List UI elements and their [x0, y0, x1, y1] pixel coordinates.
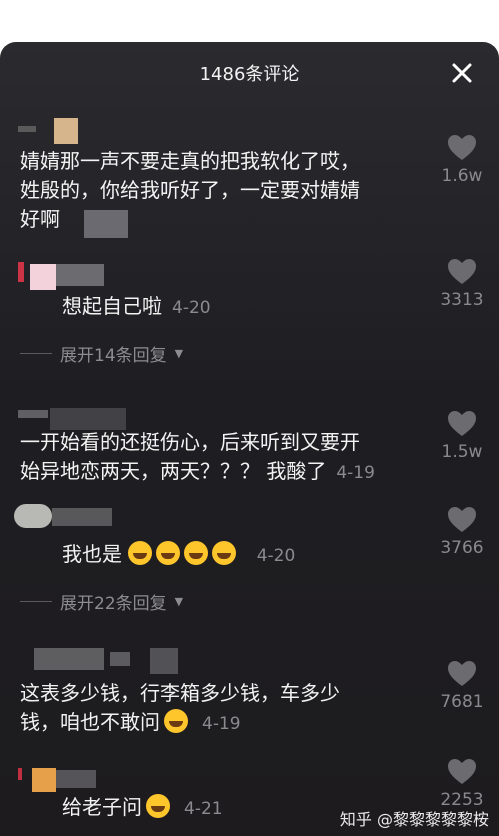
divider: [20, 601, 52, 602]
username-blurred[interactable]: [54, 118, 78, 144]
comment-time: 4-20: [172, 298, 211, 318]
comment-time: 4-21: [184, 799, 223, 819]
heart-icon: [448, 507, 476, 532]
comment-text: 婧婧那一声不要走真的把我软化了哎， 姓殷的，你给我听好了，一定要对婧婧 好啊: [20, 149, 360, 231]
expand-replies-button[interactable]: 展开14条回复 ▼: [20, 341, 183, 366]
like-count: 3766: [440, 538, 484, 558]
expand-replies-button[interactable]: 展开22条回复 ▼: [20, 589, 183, 614]
like-count: 1.6w: [441, 166, 483, 186]
chevron-down-icon: ▼: [174, 595, 184, 608]
comments-sheet: 1486条评论 婧婧那一声不要走真的把我软化了哎， 姓殷的，你给我听好了，一定要…: [0, 42, 499, 836]
divider: [20, 353, 52, 354]
reply-text: 给老子问 4-21: [62, 794, 223, 819]
avatar[interactable]: [30, 264, 56, 290]
heart-icon: [448, 411, 476, 436]
laughing-emoji-icon: [156, 541, 181, 565]
close-icon: [452, 63, 472, 83]
like-button[interactable]: 3313: [432, 258, 492, 310]
like-button[interactable]: 1.5w: [432, 410, 492, 462]
like-button[interactable]: 2253: [432, 758, 492, 810]
username-blurred[interactable]: [150, 648, 178, 674]
username-blurred[interactable]: [56, 264, 104, 286]
like-count: 1.5w: [441, 442, 483, 462]
reply-text: 想起自己啦 4-20: [62, 294, 211, 318]
laughing-emoji-icon: [184, 541, 209, 565]
laughing-emoji-icon: [212, 541, 237, 565]
comment-text: 这表多少钱，行李箱多少钱，车多少 钱，咱也不敢问 4-19: [20, 681, 340, 734]
like-button[interactable]: 7681: [432, 660, 492, 712]
avatar[interactable]: [18, 126, 36, 132]
close-button[interactable]: [449, 60, 475, 86]
avatar[interactable]: [14, 504, 52, 528]
username-blurred[interactable]: [56, 770, 96, 788]
like-button[interactable]: 1.6w: [432, 134, 492, 186]
heart-icon: [448, 759, 476, 784]
heart-icon: [448, 135, 476, 160]
heart-icon: [448, 259, 476, 284]
laughing-emoji-icon: [164, 709, 188, 733]
avatar[interactable]: [18, 410, 48, 418]
watermark: 知乎 @黎黎黎黎黎桉: [339, 810, 489, 829]
comment-count-title: 1486条评论: [199, 64, 300, 85]
heart-icon: [448, 661, 476, 686]
avatar[interactable]: [34, 648, 104, 670]
grinning-emoji-icon: [146, 794, 170, 818]
laughing-emoji-icon: [128, 541, 153, 565]
blurred-emoji: [84, 210, 128, 238]
like-count: 3313: [440, 290, 484, 310]
avatar[interactable]: [18, 768, 22, 780]
username-blurred[interactable]: [50, 408, 126, 430]
avatar[interactable]: [18, 262, 24, 282]
comment-time: 4-19: [336, 463, 375, 483]
avatar[interactable]: [32, 768, 56, 792]
comment-time: 4-20: [256, 546, 296, 566]
like-count: 7681: [440, 692, 484, 712]
comment-text: 一开始看的还挺伤心，后来听到又要开 始异地恋两天，两天？？？ 我酸了 4-19: [20, 430, 375, 483]
chevron-down-icon: ▼: [174, 347, 184, 360]
like-button[interactable]: 3766: [432, 506, 492, 558]
reply-text: 我也是 4-20: [62, 541, 296, 566]
username-blurred[interactable]: [110, 652, 130, 666]
comment-time: 4-19: [202, 714, 241, 734]
username-blurred[interactable]: [52, 508, 112, 526]
